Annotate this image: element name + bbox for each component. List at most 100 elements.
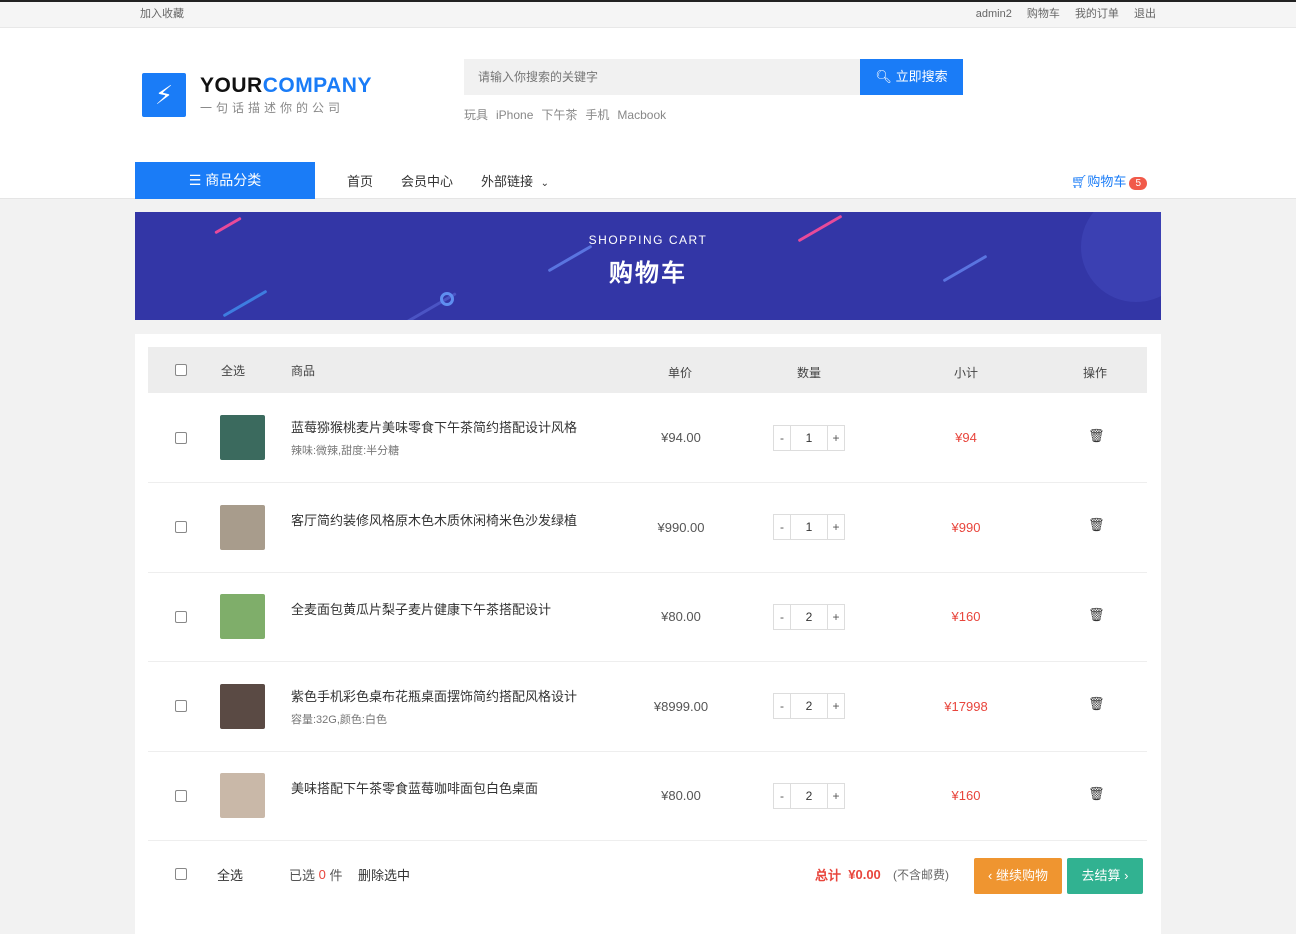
decrease-button[interactable]: -	[774, 784, 790, 808]
trash-icon[interactable]: 🗑︎	[1088, 660, 1105, 749]
subtotal: ¥160	[951, 609, 981, 624]
chevron-down-icon: ⌄	[540, 178, 550, 189]
category-menu-button[interactable]: ☰ 商品分类	[135, 162, 315, 199]
trash-icon[interactable]: 🗑︎	[1088, 481, 1105, 570]
subtotal: ¥17998	[944, 698, 988, 714]
product-thumbnail[interactable]	[220, 773, 265, 818]
slogan: 一句话描述你的公司	[200, 101, 345, 115]
quantity-stepper: -2 +	[773, 603, 845, 630]
hot-keyword[interactable]: 下午茶	[541, 108, 577, 122]
row-checkbox[interactable]	[175, 610, 187, 623]
product-thumbnail[interactable]	[220, 683, 265, 729]
table-row: 紫色手机彩色桌布花瓶桌面摆饰简约搭配风格设计 容量:32G,颜色:白色 ¥8999…	[148, 662, 1147, 752]
row-checkbox[interactable]	[175, 521, 187, 533]
row-checkbox[interactable]	[175, 431, 187, 444]
unit-price: ¥80.00	[661, 788, 701, 803]
product-thumbnail[interactable]	[220, 415, 265, 460]
logo[interactable]: ⚡ YOURCOMPANY 一句话描述你的公司	[142, 73, 372, 117]
header-product: 商品	[291, 363, 316, 378]
product-name[interactable]: 全麦面包黄瓜片梨子麦片健康下午茶搭配设计	[291, 599, 551, 618]
banner-subtitle: SHOPPING CART	[588, 233, 708, 247]
user-link[interactable]: admin2	[976, 8, 1012, 20]
row-checkbox[interactable]	[175, 789, 187, 802]
header: ⚡ YOURCOMPANY 一句话描述你的公司 🔍︎ 立即搜索 玩具 iPhone…	[0, 28, 1296, 199]
nav-external-links[interactable]: 外部链接 ⌄	[481, 171, 549, 190]
select-all-checkbox[interactable]	[175, 364, 187, 376]
nav-member-center[interactable]: 会员中心	[401, 171, 453, 190]
product-name[interactable]: 紫色手机彩色桌布花瓶桌面摆饰简约搭配风格设计	[291, 686, 577, 705]
quantity-input[interactable]: 2	[790, 604, 828, 629]
subtotal: ¥990	[951, 519, 981, 535]
footer-select-all-checkbox[interactable]	[175, 868, 187, 880]
company-name: YOURCOMPANY	[200, 74, 372, 97]
quantity-stepper: -1 +	[773, 424, 845, 451]
add-favorite-link[interactable]: 加入收藏	[140, 2, 184, 27]
product-name[interactable]: 蓝莓猕猴桃麦片美味零食下午茶简约搭配设计风格	[291, 417, 577, 436]
selected-count: 已选 0 件	[289, 866, 343, 883]
hot-keyword[interactable]: 玩具	[464, 108, 488, 122]
unit-price: ¥80.00	[661, 609, 701, 624]
total: 总计 ¥0.00	[815, 866, 881, 883]
quantity-stepper: -1 +	[773, 514, 845, 540]
top-bar: 加入收藏 admin2 购物车 我的订单 退出	[0, 0, 1296, 28]
trash-icon[interactable]: 🗑︎	[1088, 570, 1105, 659]
cart-banner: SHOPPING CART 购物车	[135, 212, 1161, 320]
product-name[interactable]: 美味搭配下午茶零食蓝莓咖啡面包白色桌面	[291, 778, 538, 797]
trash-icon[interactable]: 🗑︎	[1088, 749, 1105, 838]
shipping-note: (不含邮费)	[893, 867, 949, 882]
quantity-input[interactable]: 2	[790, 783, 828, 808]
cart-icon: 🛒︎	[1070, 174, 1088, 189]
trash-icon[interactable]: 🗑︎	[1088, 391, 1105, 480]
checkout-button[interactable]: 去结算 ›	[1067, 858, 1143, 894]
subtotal: ¥160	[951, 788, 981, 803]
hot-keyword[interactable]: 手机	[585, 108, 609, 122]
search-input[interactable]	[464, 59, 860, 95]
product-thumbnail[interactable]	[220, 594, 265, 639]
hot-keyword[interactable]: iPhone	[496, 108, 533, 122]
lightning-icon: ⚡	[142, 73, 186, 117]
table-header: 全选 商品 单价 数量 小计 操作	[148, 347, 1147, 393]
header-price: 单价	[668, 365, 693, 380]
search-bar: 🔍︎ 立即搜索	[464, 59, 963, 95]
increase-button[interactable]: +	[828, 605, 844, 629]
product-name[interactable]: 客厅简约装修风格原木色木质休闲椅米色沙发绿植	[291, 510, 577, 529]
orders-link[interactable]: 我的订单	[1075, 8, 1119, 20]
list-icon: ☰	[188, 172, 202, 188]
table-row: 蓝莓猕猴桃麦片美味零食下午茶简约搭配设计风格 辣味:微辣,甜度:半分糖 ¥94.0…	[148, 393, 1147, 483]
banner-title: 购物车	[609, 260, 687, 287]
table-row: 全麦面包黄瓜片梨子麦片健康下午茶搭配设计 ¥80.00 -2 + ¥160 🗑︎	[148, 572, 1147, 662]
row-checkbox[interactable]	[175, 700, 187, 712]
increase-button[interactable]: +	[828, 515, 844, 539]
quantity-input[interactable]: 1	[790, 425, 828, 450]
header-subtotal: 小计	[954, 365, 979, 380]
quantity-stepper: -2 +	[773, 782, 845, 809]
unit-price: ¥8999.00	[653, 698, 709, 714]
continue-shopping-button[interactable]: ‹ 继续购物	[974, 858, 1062, 894]
nav-home[interactable]: 首页	[347, 171, 373, 190]
decrease-button[interactable]: -	[774, 694, 790, 718]
footer-select-all-label[interactable]: 全选	[217, 839, 243, 909]
quantity-stepper: -2 +	[773, 693, 845, 719]
hot-keywords: 玩具 iPhone 下午茶 手机 Macbook	[464, 106, 674, 123]
header-select-all: 全选	[221, 363, 246, 378]
search-button[interactable]: 🔍︎ 立即搜索	[860, 59, 963, 95]
cart-link[interactable]: 购物车	[1027, 8, 1060, 20]
main-nav: ☰ 商品分类 首页 会员中心 外部链接 ⌄ 🛒︎购物车 5	[135, 162, 1161, 199]
hot-keyword[interactable]: Macbook	[617, 108, 666, 122]
increase-button[interactable]: +	[828, 694, 844, 718]
header-qty: 数量	[797, 365, 822, 380]
increase-button[interactable]: +	[828, 426, 844, 450]
product-spec: 辣味:微辣,甜度:半分糖	[291, 445, 400, 457]
decrease-button[interactable]: -	[774, 426, 790, 450]
cart-footer: 全选 已选 0 件 删除选中 总计 ¥0.00 (不含邮费) ‹ 继续购物 去结…	[148, 839, 1147, 909]
quantity-input[interactable]: 1	[790, 515, 828, 539]
product-thumbnail[interactable]	[220, 504, 265, 550]
decrease-button[interactable]: -	[774, 605, 790, 629]
logout-link[interactable]: 退出	[1134, 8, 1156, 20]
delete-selected-button[interactable]: 删除选中	[358, 839, 410, 909]
nav-cart[interactable]: 🛒︎购物车 5	[1071, 171, 1147, 190]
increase-button[interactable]: +	[828, 784, 844, 808]
quantity-input[interactable]: 2	[790, 694, 828, 718]
decrease-button[interactable]: -	[774, 515, 790, 539]
table-row: 美味搭配下午茶零食蓝莓咖啡面包白色桌面 ¥80.00 -2 + ¥160 🗑︎	[148, 751, 1147, 841]
